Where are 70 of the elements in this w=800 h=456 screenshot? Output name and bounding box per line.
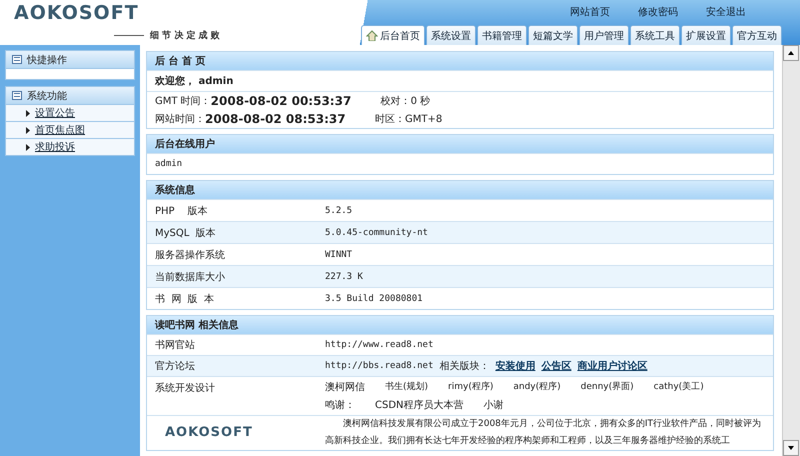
- triangle-bullet-icon: [26, 110, 30, 116]
- forum-section-link[interactable]: 公告区: [541, 359, 572, 373]
- thanks-name: CSDN程序员大本营: [375, 398, 464, 412]
- list-icon: [12, 91, 22, 100]
- nav-tab[interactable]: 用户管理: [579, 25, 629, 45]
- nav-tab[interactable]: 书籍管理: [477, 25, 527, 45]
- sidebar-section-header[interactable]: 系统功能: [5, 86, 135, 105]
- info-label: 书网官站: [155, 338, 196, 352]
- info-value: 227.3 K: [325, 272, 363, 282]
- time-value: 2008-08-02 08:53:37: [205, 112, 347, 126]
- nav-tab[interactable]: 短篇文学: [528, 25, 578, 45]
- time-extra-value: GMT+8: [405, 114, 442, 124]
- info-value: 5.2.5: [325, 206, 352, 216]
- header-link[interactable]: 修改密码: [638, 5, 678, 21]
- info-value: 5.0.45-community-nt: [325, 228, 428, 238]
- scroll-up-icon[interactable]: [783, 45, 799, 61]
- nav-tab[interactable]: 系统设置: [426, 25, 476, 45]
- panel-title: 后 台 首 页: [147, 52, 773, 70]
- triangle-bullet-icon: [26, 126, 30, 134]
- time-extra-value: 0 秒: [410, 94, 430, 108]
- team-member: andy(程序): [513, 380, 561, 394]
- info-label: MySQL 版本: [155, 226, 217, 240]
- company-logo: AOKOSOFT: [165, 426, 253, 439]
- sections-label: 相关版块：: [439, 360, 490, 373]
- time-label: 网站时间：: [155, 112, 205, 126]
- online-user: admin: [155, 159, 182, 169]
- forum-url: http://bbs.read8.net: [325, 361, 434, 371]
- info-label: 书 网 版 本: [155, 292, 216, 306]
- nav-tab[interactable]: 扩展设置: [681, 25, 731, 45]
- time-value: 2008-08-02 00:53:37: [210, 94, 352, 108]
- welcome-text: 欢迎您， admin: [155, 74, 234, 88]
- info-value: 3.5 Build 20080801: [325, 294, 423, 304]
- thanks-name: 小谢: [484, 398, 504, 412]
- time-extra-label: 校对：: [380, 94, 411, 108]
- sidebar-item[interactable]: 设置公告: [5, 105, 135, 122]
- info-label: 服务器操作系统: [155, 248, 226, 262]
- site-url: http://www.read8.net: [325, 340, 434, 350]
- nav-tab[interactable]: 官方互动: [732, 25, 782, 45]
- info-label: 系统开发设计: [155, 382, 216, 395]
- nav-tab[interactable]: 系统工具: [630, 25, 680, 45]
- scroll-down-icon[interactable]: [783, 440, 799, 456]
- sidebar-item[interactable]: 求助投诉: [5, 139, 135, 156]
- time-label: GMT 时间：: [155, 94, 211, 108]
- info-label: 当前数据库大小: [155, 270, 226, 284]
- header-link[interactable]: 网站首页: [570, 5, 610, 21]
- team-member: cathy(美工): [654, 380, 704, 394]
- header-link[interactable]: 安全退出: [706, 5, 746, 21]
- slogan: 细 节 决 定 成 败: [150, 29, 220, 42]
- panel-title: 系统信息: [147, 181, 773, 199]
- list-icon: [12, 55, 22, 64]
- company-name: 澳柯网信: [325, 380, 365, 394]
- team-member: rimy(程序): [448, 380, 494, 394]
- logo: AOKOSOFT: [14, 4, 140, 23]
- thanks-label: 鸣谢：: [325, 398, 355, 412]
- time-extra-label: 时区：: [375, 112, 405, 126]
- company-description: 澳柯网信科技发展有限公司成立于2008年元月，公司位于北京，拥有众多的IT行业软件产品，同时被评为高新科技企业。我们拥有长达七年开发经验的程序构架师和工程师，以及三年服务器维护经验的系统工: [325, 418, 762, 448]
- team-member: 书生(规划): [385, 380, 428, 394]
- info-label: 官方论坛: [155, 360, 196, 373]
- panel-title: 读吧书网 相关信息: [147, 316, 773, 334]
- info-value: WINNT: [325, 250, 352, 260]
- forum-section-link[interactable]: 安装使用: [495, 359, 536, 373]
- sidebar-item[interactable]: 首页焦点图: [5, 122, 135, 139]
- scrollbar[interactable]: [782, 45, 800, 456]
- sidebar-section-header[interactable]: 快捷操作: [5, 50, 135, 69]
- nav-tab[interactable]: 后台首页: [361, 25, 425, 45]
- triangle-bullet-icon: [26, 144, 30, 150]
- team-member: denny(界面): [580, 380, 634, 394]
- forum-section-link[interactable]: 商业用户讨论区: [577, 359, 648, 373]
- info-label: PHP 版本: [155, 204, 208, 218]
- panel-title: 后台在线用户: [147, 135, 773, 153]
